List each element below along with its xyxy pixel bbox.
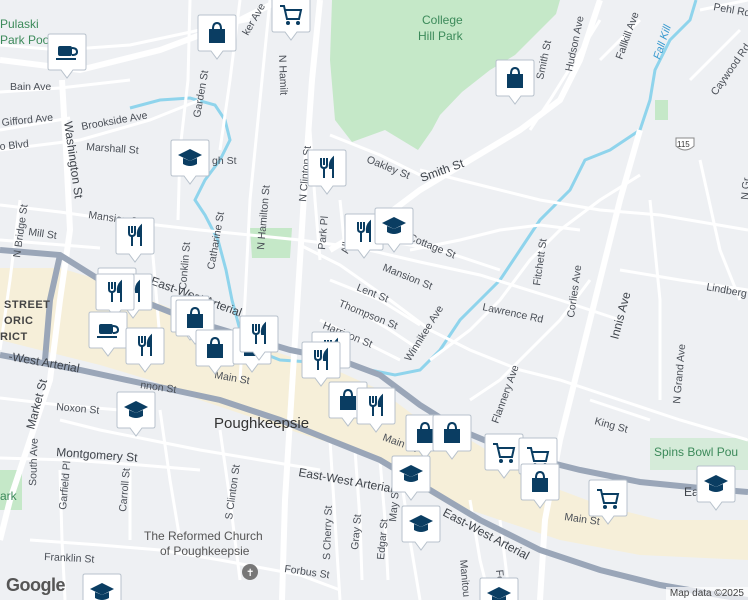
label-s-cherry-st: S Cherry St [321,505,335,560]
label-garfield-pl: Garfield Pl [57,460,73,510]
church-label-1: The Reformed Church [144,529,263,543]
label-n-gr: N Gr [739,177,748,201]
map-marker-school[interactable] [479,577,519,600]
label-may-st: May St [387,489,402,523]
label-marshall-st: Marshall St [86,141,139,157]
pulaski-label-2: Park Pool [0,33,52,47]
spins-label: Spins Bowl Pou [654,445,738,459]
label-thompson-st: Thompson St [337,298,399,333]
label-fitchett-st: Fitchett St [531,238,549,287]
map-marker-school[interactable] [82,573,122,600]
city-label: Poughkeepsie [214,415,309,432]
label-mansion-st: Mansion St [381,262,434,293]
label-n-grand-ave: N Grand Ave [671,343,688,404]
map-data-attribution[interactable]: Map data ©2025 [665,587,748,600]
label-noxon-st: Noxon St [56,401,100,417]
pulaski-label-1: Pulaski [0,17,39,31]
church-label-2: of Poughkeepsie [160,544,250,558]
label-n-hamilton-top: N Hamilt [276,55,289,96]
label-garden-st: Garden St [191,69,211,118]
label-south-ave: South Ave [27,438,41,486]
label-pehl-rd: Pehl Rd [712,1,748,19]
church-cross-glyph: ✝ [246,568,254,579]
label-smith-st-2: Smith St [534,39,554,80]
label-franklin-st: Franklin St [44,551,95,566]
label-conklin-st: Conklin St [177,241,193,290]
map-canvas[interactable]: Smith St Smith St Washington St Market S… [0,0,748,600]
map-marker-shopping[interactable] [495,59,535,105]
label-manitou: Manitou [457,559,472,597]
map-marker-school[interactable] [170,139,210,185]
label-innis-ave: Innis Ave [607,290,633,341]
route-115-label: 115 [677,140,690,149]
park-label-1: College [422,13,463,27]
label-bain-ave: Bain Ave [10,81,51,93]
label-ugh-st: gh St [212,155,237,167]
label-edgar-st: Edgar St [375,518,391,560]
label-mill-st: Mill St [28,226,58,242]
park-small-label: ark [0,489,18,503]
label-king-st: King St [593,415,629,435]
district-label-2: ORIC [4,315,34,327]
google-logo: Google [6,575,66,595]
label-blvd: o Blvd [0,138,29,153]
label-lent-st: Lent St [355,282,390,306]
label-fallkill-ave: Fallkill Ave [614,10,642,61]
map-marker-restaurant[interactable] [115,217,155,263]
label-lawrence-rd: Lawrence Rd [481,301,544,326]
map-marker-school[interactable] [696,465,736,511]
park-label-2: Hill Park [418,29,464,43]
marker-background [115,217,155,263]
map-marker-school[interactable] [116,391,156,437]
label-caywood-rd: Caywood Rd [709,41,748,97]
label-lindberg: Lindberg [705,281,747,300]
map-marker-shopping[interactable] [197,14,237,60]
map-marker-grocery[interactable] [271,0,311,41]
route-115-shield: 115 [675,137,695,151]
map-marker-school[interactable] [401,505,441,551]
district-label-3: RICT [0,331,28,343]
district-label-1: STREET [4,299,50,311]
park-green-top-right [655,100,668,120]
